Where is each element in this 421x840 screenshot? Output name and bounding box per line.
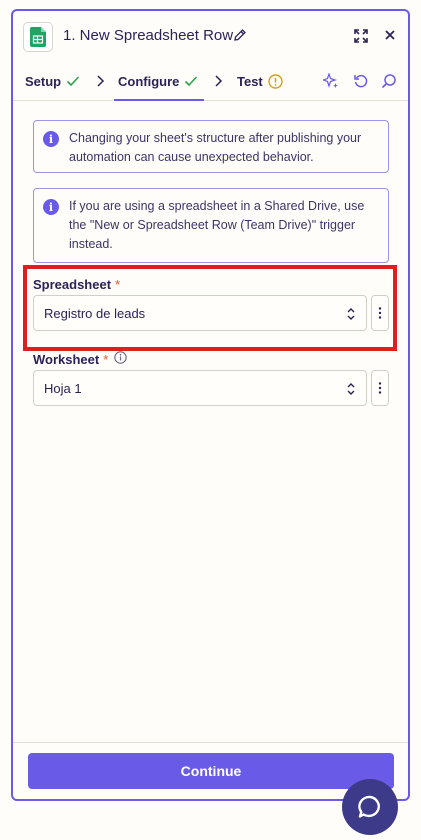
- spreadsheet-label: Spreadsheet *: [33, 277, 120, 292]
- chevron-right-icon: [95, 74, 105, 93]
- worksheet-value: Hoja 1: [44, 380, 82, 396]
- sparkle-icon[interactable]: [321, 72, 339, 94]
- check-icon: [67, 76, 80, 87]
- expand-icon[interactable]: [353, 28, 369, 49]
- spreadsheet-value: Registro de leads: [44, 305, 146, 321]
- tab-test[interactable]: Test: [237, 61, 283, 101]
- panel-header: 1. New Spreadsheet Row: [13, 11, 408, 61]
- search-icon[interactable]: [381, 73, 397, 94]
- warning-icon: [268, 73, 283, 89]
- chat-support-button[interactable]: [342, 779, 398, 835]
- tab-setup[interactable]: Setup: [25, 61, 80, 101]
- worksheet-more-button[interactable]: [371, 370, 389, 406]
- edit-pencil-icon[interactable]: [233, 28, 247, 47]
- tab-configure[interactable]: Configure: [113, 61, 205, 101]
- spreadsheet-label-text: Spreadsheet: [33, 277, 112, 292]
- info-icon: i: [43, 131, 59, 147]
- refresh-icon[interactable]: [353, 73, 369, 94]
- step-tabs: Setup Configure Test: [13, 61, 408, 101]
- alert-structure-change: i Changing your sheet's structure after …: [33, 120, 389, 173]
- worksheet-label-text: Worksheet: [33, 351, 100, 367]
- required-mark: *: [103, 351, 109, 367]
- worksheet-select[interactable]: Hoja 1: [33, 370, 367, 406]
- kebab-menu-icon: [378, 382, 382, 394]
- chat-icon: [358, 795, 380, 818]
- alert-text: Changing your sheet's structure after pu…: [69, 131, 362, 164]
- tab-setup-label: Setup: [25, 73, 62, 89]
- updown-chevron-icon: [346, 382, 356, 399]
- help-info-icon[interactable]: [114, 351, 128, 367]
- tab-configure-label: Configure: [118, 73, 180, 89]
- updown-chevron-icon: [346, 307, 356, 324]
- required-mark: *: [115, 277, 121, 292]
- tab-test-label: Test: [237, 73, 263, 89]
- close-icon[interactable]: [383, 28, 397, 47]
- step-editor-panel: 1. New Spreadsheet Row Setup Configure T…: [11, 9, 410, 801]
- alert-text: If you are using a spreadsheet in a Shar…: [69, 199, 365, 251]
- step-title: 1. New Spreadsheet Row: [63, 27, 234, 44]
- alert-shared-drive: i If you are using a spreadsheet in a Sh…: [33, 188, 389, 263]
- spreadsheet-more-button[interactable]: [371, 295, 389, 331]
- google-sheets-icon: [23, 22, 53, 52]
- worksheet-label: Worksheet *: [33, 351, 128, 367]
- check-icon: [185, 76, 198, 87]
- continue-button[interactable]: Continue: [28, 753, 394, 789]
- chevron-right-icon: [213, 74, 223, 93]
- spreadsheet-select[interactable]: Registro de leads: [33, 295, 367, 331]
- info-icon: i: [43, 199, 59, 215]
- kebab-menu-icon: [378, 307, 382, 319]
